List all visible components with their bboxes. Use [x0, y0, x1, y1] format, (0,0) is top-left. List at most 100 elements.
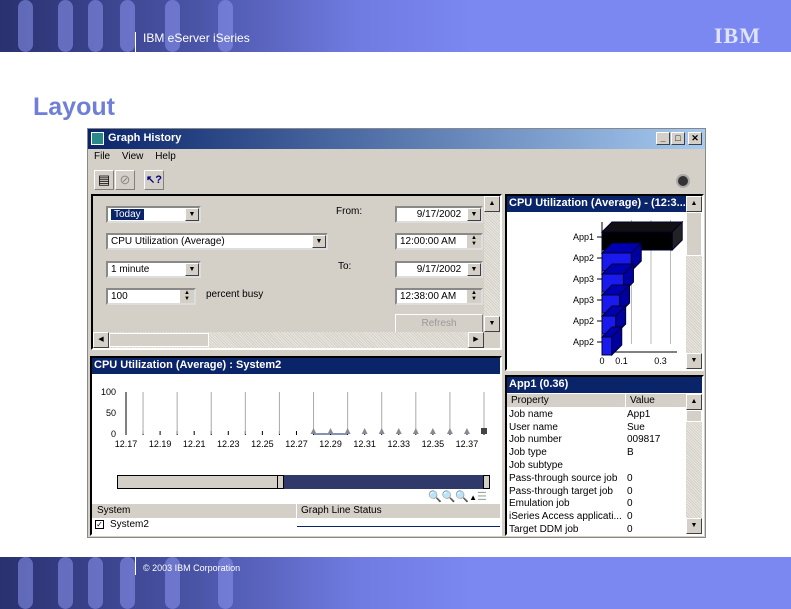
property-name: Pass-through target job — [509, 485, 613, 497]
table-row[interactable]: Pass-through target job 0 — [507, 485, 686, 498]
table-row[interactable]: Pass-through source job 0 — [507, 472, 686, 485]
table-row[interactable]: Job number 009817 — [507, 434, 686, 447]
table-row[interactable]: User name Sue — [507, 421, 686, 434]
range-slider-left-handle[interactable] — [277, 475, 284, 489]
column-value[interactable]: Value — [625, 394, 659, 407]
refresh-button[interactable]: Refresh — [395, 314, 483, 333]
spinner[interactable]: ▲ ▼ — [467, 290, 481, 303]
menu-help[interactable]: Help — [155, 151, 176, 162]
scroll-up-button[interactable]: ▲ — [686, 196, 702, 212]
column-system[interactable]: System — [97, 505, 130, 516]
list-icon[interactable]: ☰ — [477, 491, 487, 503]
chevron-down-icon[interactable]: ▼ — [185, 263, 199, 276]
zoom-toolbar: 🔍🔍🔍▲☰ — [428, 490, 487, 503]
from-time-input[interactable]: 12:00:00 AM ▲ ▼ — [395, 233, 483, 250]
property-value: 0 — [627, 511, 633, 523]
spinner[interactable]: ▲ ▼ — [180, 290, 194, 303]
table-row[interactable]: iSeries Access applicati... 0 — [507, 510, 686, 523]
scroll-left-button[interactable]: ◀ — [93, 332, 109, 348]
column-property[interactable]: Property — [511, 395, 549, 406]
table-row[interactable]: Job type B — [507, 446, 686, 459]
scroll-right-button[interactable]: ▶ — [468, 332, 484, 348]
scroll-up-button[interactable]: ▲ — [484, 196, 500, 212]
bar-label: App2 — [573, 337, 594, 347]
x-tick-label: 12.17 — [115, 439, 138, 449]
refresh-icon[interactable]: ⊘ — [115, 170, 135, 190]
range-slider-selection[interactable] — [284, 475, 484, 489]
data-point — [361, 428, 368, 434]
table-row[interactable]: Emulation job 0 — [507, 498, 686, 511]
graph-pane: CPU Utilization (Average) : System2 100 5… — [90, 356, 502, 536]
scroll-down-button[interactable]: ▼ — [686, 518, 702, 534]
x-tick-label: 12.33 — [387, 439, 410, 449]
data-point — [344, 428, 351, 434]
minimize-button[interactable]: _ — [656, 132, 670, 145]
scroll-up-button[interactable]: ▲ — [686, 394, 702, 410]
vertical-scrollbar[interactable] — [484, 196, 500, 332]
zoom-fit-icon[interactable]: 🔍 — [455, 491, 469, 503]
collapse-icon[interactable]: ▲ — [469, 493, 477, 502]
range-slider-track[interactable] — [117, 475, 283, 489]
table-row[interactable]: Target DDM job 0 — [507, 523, 686, 536]
system-name: System2 — [110, 519, 149, 530]
data-point — [310, 428, 317, 434]
copyright: © 2003 IBM Corporation — [143, 563, 241, 573]
title-bar[interactable]: Graph History _ □ ✕ — [88, 129, 705, 149]
chevron-down-icon[interactable]: ▼ — [185, 208, 199, 221]
bar — [601, 336, 613, 356]
chevron-down-icon[interactable]: ▼ — [467, 263, 481, 276]
x-tick-label: 12.19 — [149, 439, 172, 449]
maximize-button[interactable]: □ — [671, 132, 685, 145]
menu-view[interactable]: View — [122, 151, 144, 162]
bar-chart-title: CPU Utilization (Average) - (12:3... — [507, 196, 686, 212]
scroll-down-button[interactable]: ▼ — [686, 353, 702, 369]
scroll-thumb[interactable] — [686, 410, 702, 422]
zoom-out-icon[interactable]: 🔍 — [442, 491, 456, 503]
property-name: iSeries Access applicati... — [509, 511, 622, 523]
property-name: Job type — [509, 447, 547, 459]
from-date-select[interactable]: 9/17/2002 ▼ — [395, 206, 483, 223]
data-point — [446, 428, 453, 434]
scroll-thumb[interactable] — [109, 333, 209, 347]
to-date-select[interactable]: 9/17/2002 ▼ — [395, 261, 483, 278]
properties-icon[interactable]: ▤ — [94, 170, 114, 190]
threshold-input[interactable]: 100 ▲ ▼ — [106, 288, 196, 305]
menu-file[interactable]: File — [94, 151, 110, 162]
graph-line-status — [297, 526, 500, 527]
graph-history-window: Graph History _ □ ✕ File View Help ▤ ⊘ ↖… — [87, 128, 706, 538]
x-tick-label: 12.29 — [319, 439, 342, 449]
details-pane: App1 (0.36) Property Value Job name App1 U… — [505, 375, 704, 536]
zoom-in-icon[interactable]: 🔍 — [428, 491, 442, 503]
close-button[interactable]: ✕ — [688, 132, 702, 145]
property-value: Sue — [627, 421, 645, 433]
scroll-down-button[interactable]: ▼ — [484, 316, 500, 332]
y-tick-label: 0 — [111, 429, 116, 439]
property-name: Emulation job — [509, 498, 570, 510]
range-select[interactable]: Today ▼ — [106, 206, 201, 223]
range-slider-right-handle[interactable] — [483, 475, 490, 489]
to-time-input[interactable]: 12:38:00 AM ▲ ▼ — [395, 288, 483, 305]
property-name: Target DDM job — [509, 524, 579, 536]
interval-select[interactable]: 1 minute ▼ — [106, 261, 201, 278]
spinner[interactable]: ▲ ▼ — [467, 235, 481, 248]
x-tick-label: 12.37 — [456, 439, 479, 449]
system-checkbox[interactable]: ✓ — [95, 520, 104, 529]
table-row[interactable]: Job subtype — [507, 459, 686, 472]
chevron-down-icon[interactable]: ▼ — [312, 235, 326, 248]
column-graph-line-status[interactable]: Graph Line Status — [296, 504, 386, 518]
table-row[interactable]: Job name App1 — [507, 408, 686, 421]
metric-select[interactable]: CPU Utilization (Average) ▼ — [106, 233, 328, 250]
property-value: B — [627, 447, 634, 459]
scroll-thumb[interactable] — [686, 212, 702, 256]
data-point — [395, 428, 402, 434]
property-value: 0 — [627, 498, 633, 510]
x-tick-label: 12.25 — [251, 439, 274, 449]
property-name: Pass-through source job — [509, 472, 618, 484]
x-tick-label: 12.27 — [285, 439, 308, 449]
properties-table: Job name App1 User name Sue Job number 009817… — [507, 408, 686, 536]
chevron-down-icon[interactable]: ▼ — [467, 208, 481, 221]
bar-label: App1 — [573, 232, 594, 242]
window-title: Graph History — [108, 132, 182, 144]
context-help-icon[interactable]: ↖? — [144, 170, 164, 190]
footer-banner: © 2003 IBM Corporation — [0, 557, 791, 609]
